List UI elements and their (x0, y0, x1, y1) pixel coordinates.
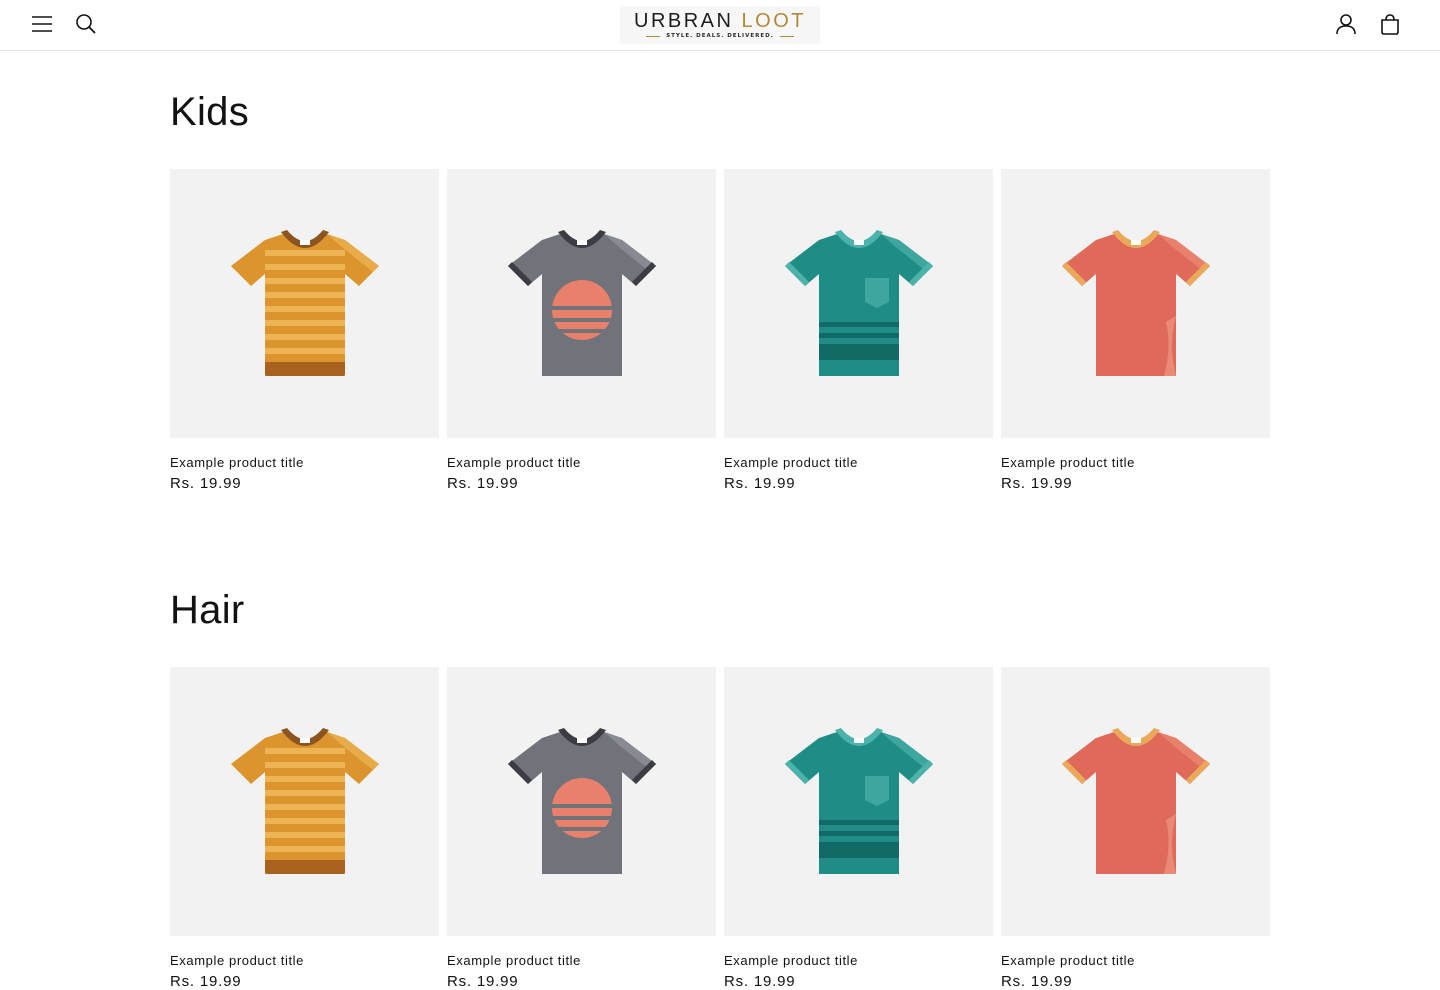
product-card: Example product title Rs. 19.99 (170, 169, 439, 492)
account-icon[interactable] (1328, 6, 1364, 42)
product-title-link[interactable]: Example product title (447, 953, 716, 968)
tshirt-gray-sunset-image (507, 727, 656, 874)
logo-tagline-row: STYLE. DEALS. DELIVERED. (646, 33, 794, 39)
product-image[interactable] (170, 667, 439, 936)
tshirt-teal-pocket-image (784, 727, 933, 874)
product-price: Rs. 19.99 (170, 475, 242, 492)
product-image[interactable] (724, 667, 993, 936)
product-grid-hair: Example product title Rs. 19.99 Example … (170, 667, 1270, 990)
product-title-link[interactable]: Example product title (170, 953, 439, 968)
product-price: Rs. 19.99 (724, 475, 796, 492)
product-price: Rs. 19.99 (170, 973, 242, 990)
product-title-link[interactable]: Example product title (1001, 455, 1270, 470)
product-image[interactable] (170, 169, 439, 438)
product-title-link[interactable]: Example product title (1001, 953, 1270, 968)
logo-wordmark: URBRAN LOOT (634, 10, 806, 32)
search-icon[interactable] (68, 6, 104, 42)
product-image[interactable] (447, 667, 716, 936)
product-image[interactable] (1001, 667, 1270, 936)
site-logo[interactable]: URBRAN LOOT STYLE. DEALS. DELIVERED. (620, 6, 820, 44)
product-image[interactable] (1001, 169, 1270, 438)
product-card: Example product title Rs. 19.99 (1001, 169, 1270, 492)
product-card: Example product title Rs. 19.99 (724, 169, 993, 492)
tshirt-orange-striped-image (230, 229, 379, 376)
tshirt-teal-pocket-image (784, 229, 933, 376)
tshirt-gray-sunset-image (507, 229, 656, 376)
menu-icon[interactable] (24, 6, 60, 42)
product-image[interactable] (447, 169, 716, 438)
product-price: Rs. 19.99 (724, 973, 796, 990)
product-price: Rs. 19.99 (447, 475, 519, 492)
product-image[interactable] (724, 169, 993, 438)
tshirt-coral-plain-image (1061, 229, 1210, 376)
product-title-link[interactable]: Example product title (170, 455, 439, 470)
divider (646, 35, 661, 37)
product-price: Rs. 19.99 (1001, 973, 1073, 990)
divider (779, 35, 794, 37)
tshirt-coral-plain-image (1061, 727, 1210, 874)
product-title-link[interactable]: Example product title (447, 455, 716, 470)
product-title-link[interactable]: Example product title (724, 455, 993, 470)
section-title-kids: Kids (170, 90, 250, 134)
logo-tagline: STYLE. DEALS. DELIVERED. (666, 33, 774, 39)
product-card: Example product title Rs. 19.99 (724, 667, 993, 990)
tshirt-orange-striped-image (230, 727, 379, 874)
product-card: Example product title Rs. 19.99 (1001, 667, 1270, 990)
product-price: Rs. 19.99 (1001, 475, 1073, 492)
product-card: Example product title Rs. 19.99 (447, 667, 716, 990)
product-card: Example product title Rs. 19.99 (447, 169, 716, 492)
product-title-link[interactable]: Example product title (724, 953, 993, 968)
site-header: URBRAN LOOT STYLE. DEALS. DELIVERED. (0, 0, 1440, 51)
cart-icon[interactable] (1372, 6, 1408, 42)
section-title-hair: Hair (170, 588, 245, 632)
product-card: Example product title Rs. 19.99 (170, 667, 439, 990)
product-price: Rs. 19.99 (447, 973, 519, 990)
product-grid-kids: Example product title Rs. 19.99 Example … (170, 169, 1270, 492)
